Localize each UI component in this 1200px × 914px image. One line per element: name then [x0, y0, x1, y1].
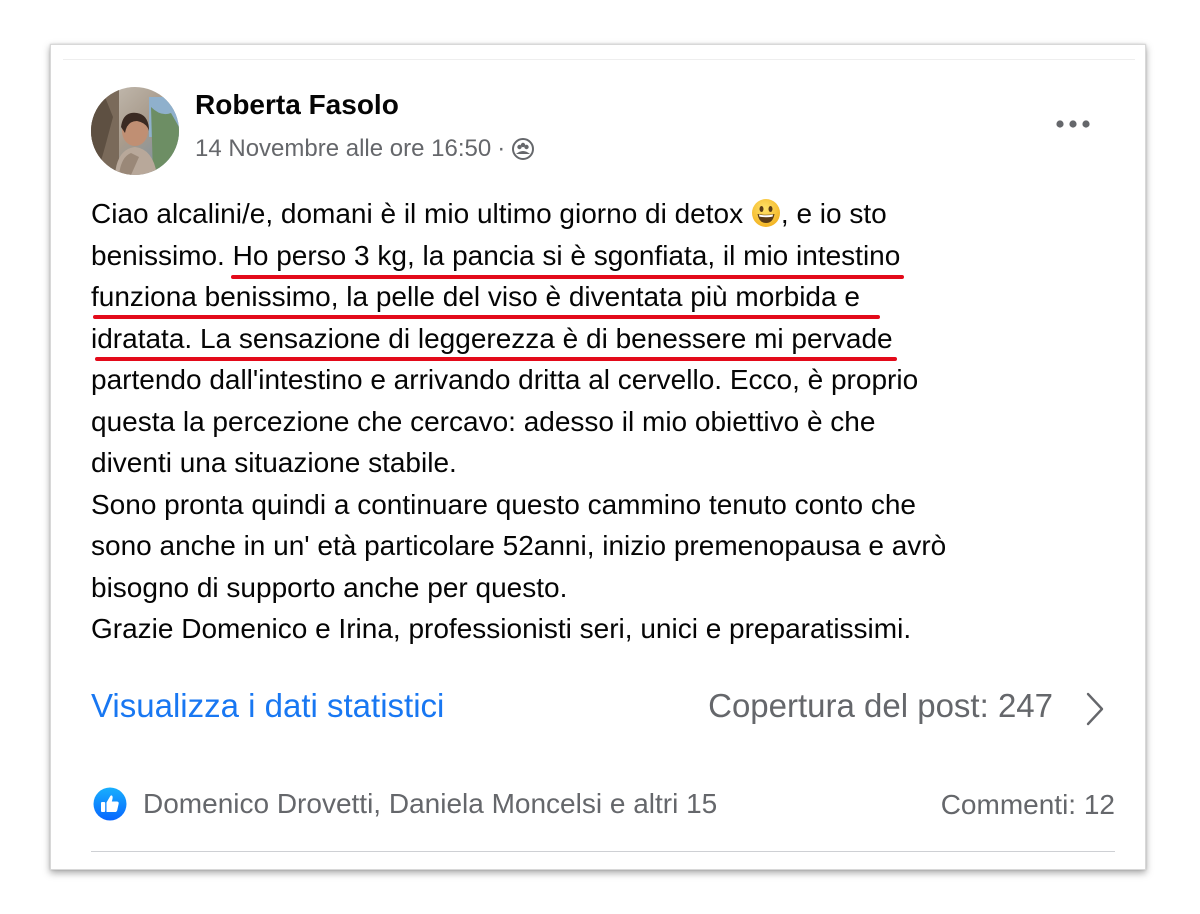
post-text-line: diventi una situazione stabile.: [91, 447, 457, 478]
action-bar-divider: [91, 851, 1115, 852]
post-text-line: benissimo. Ho perso 3 kg, la pancia si è…: [91, 235, 1121, 279]
post-text-line: sono anche in un' età particolare 52anni…: [91, 530, 947, 561]
post-text-segment: funziona benissimo, la pelle del viso è …: [91, 281, 860, 312]
reactors-names: Domenico Drovetti, Daniela Moncelsi e al…: [143, 788, 718, 819]
post-text-line: idratata. La sensazione di leggerezza è …: [91, 318, 1121, 361]
card-top-divider: [63, 59, 1135, 60]
post-meta: 14 Novembre alle ore 16:50 ·: [195, 135, 535, 163]
post-text-line: Grazie Domenico e Irina, professionisti …: [91, 613, 912, 644]
post-text-segment: benissimo.: [91, 239, 233, 271]
post-text-segment: Ho perso 3 kg, la pancia si è sgonfiata,…: [232, 239, 901, 271]
view-insights-link[interactable]: Visualizza i dati statistici: [91, 687, 444, 725]
post-text-line: partendo dall'intestino e arrivando drit…: [91, 364, 919, 395]
post-text-segment: idratata. La sensazione di leggerezza è …: [91, 322, 893, 354]
post-text: Ciao alcalini/e, domani è il mio ultimo …: [91, 193, 1121, 650]
post-text-segment: Ciao alcalini/e, domani è il mio ultimo …: [91, 198, 751, 229]
author-name[interactable]: Roberta Fasolo: [195, 89, 399, 121]
grinning-face-emoji-icon: [751, 198, 781, 228]
chevron-right-icon[interactable]: [1081, 689, 1109, 729]
author-avatar[interactable]: [91, 87, 179, 175]
comments-count[interactable]: Commenti: 12: [941, 789, 1115, 821]
post-text-line: questa la percezione che cercavo: adesso…: [91, 405, 876, 437]
more-options-button[interactable]: [1051, 109, 1095, 139]
post-text-line: Ciao alcalini/e, domani è il mio ultimo …: [91, 193, 1121, 235]
post-timestamp[interactable]: 14 Novembre alle ore 16:50: [195, 135, 491, 163]
reactions-summary[interactable]: Domenico Drovetti, Daniela Moncelsi e al…: [93, 787, 717, 821]
post-reach-label[interactable]: Copertura del post: 247: [708, 687, 1053, 725]
more-options-icon: [1056, 120, 1090, 128]
avatar-photo-image: [91, 87, 179, 175]
post-text-line: bisogno di supporto anche per questo.: [91, 571, 568, 603]
group-audience-icon[interactable]: [511, 137, 535, 161]
post-text-line: funziona benissimo, la pelle del viso è …: [91, 276, 1121, 319]
post-text-segment: , e io sto: [780, 198, 887, 229]
post-card: Roberta Fasolo 14 Novembre alle ore 16:5…: [50, 44, 1146, 870]
highlighted-text: idratata. La sensazione di leggerezza è …: [91, 318, 897, 361]
highlighted-text: Ho perso 3 kg, la pancia si è sgonfiata,…: [230, 235, 905, 279]
meta-separator: ·: [497, 135, 506, 162]
post-text-line: Sono pronta quindi a continuare questo c…: [91, 488, 917, 520]
highlighted-text: funziona benissimo, la pelle del viso è …: [91, 276, 880, 319]
like-thumbs-up-icon: [93, 787, 127, 821]
